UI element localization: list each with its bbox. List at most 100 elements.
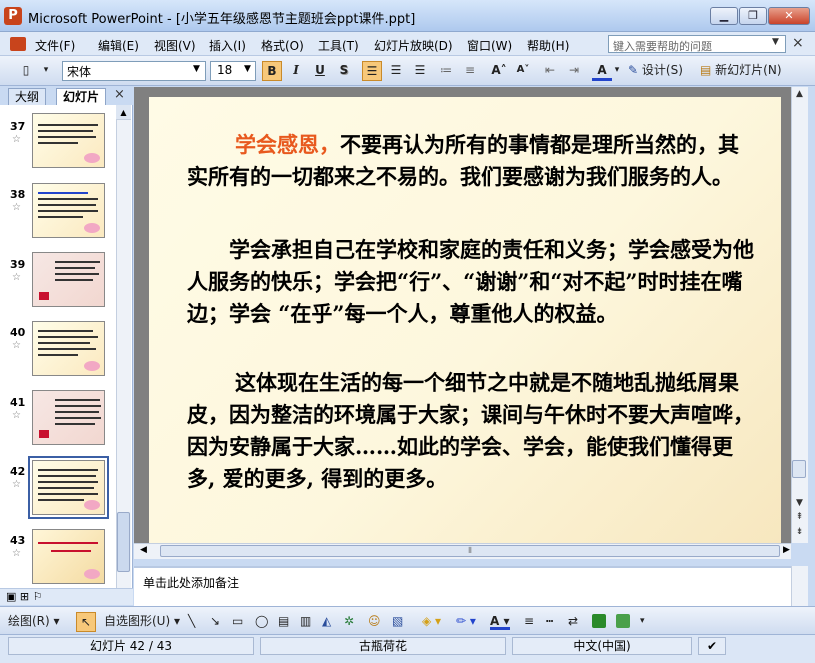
notes-placeholder[interactable]: 单击此处添加备注 [143, 574, 239, 591]
numbered-list-icon[interactable]: ≔ [436, 61, 456, 81]
slide-thumbnail-37[interactable] [32, 113, 105, 168]
slide-thumbnail-43[interactable] [32, 529, 105, 584]
draw-menu-button[interactable]: 绘图(R) ▾ [8, 612, 60, 630]
close-button[interactable]: ✕ [768, 7, 810, 25]
scroll-down-icon[interactable]: ▼ [792, 498, 807, 508]
notes-scrollbar[interactable] [791, 566, 808, 606]
decrease-font-size-button[interactable]: A˅ [512, 61, 534, 81]
autoshapes-button[interactable]: 自选图形(U) ▾ [104, 612, 180, 630]
slide-paragraph-3[interactable]: 这体现在生活的每一个细节之中就是不随地乱抛纸屑果皮，因为整洁的环境属于大家；课间… [187, 367, 757, 495]
slide-thumbnail-41[interactable] [32, 390, 105, 445]
rectangle-tool-icon[interactable]: ▭ [232, 612, 243, 630]
spellcheck-icon[interactable]: ✔ [698, 637, 726, 655]
slide-thumbnail-40[interactable] [32, 321, 105, 376]
language-indicator: 中文(中国) [512, 637, 692, 655]
menu-format[interactable]: 格式(O) [261, 37, 304, 54]
slide-thumbnail-38[interactable] [32, 183, 105, 238]
scroll-right-icon[interactable]: ▶ [783, 545, 790, 555]
tab-outline[interactable]: 大纲 [8, 88, 47, 105]
shadow-button[interactable]: S [334, 61, 354, 81]
chevron-down-icon[interactable]: ▼ [244, 64, 251, 74]
design-button[interactable]: ✎ 设计(S) [628, 61, 698, 81]
slide-paragraph-1[interactable]: 学会感恩，不要再认为所有的事情都是理所当然的，其实所有的一切都来之不易的。我们要… [187, 129, 757, 193]
increase-indent-icon[interactable]: ⇥ [564, 61, 584, 81]
3d-style-icon[interactable] [616, 614, 630, 628]
normal-view-icon[interactable]: ▣ [6, 590, 16, 603]
align-right-icon[interactable]: ☰ [410, 61, 430, 81]
align-center-icon[interactable]: ☰ [386, 61, 406, 81]
editor-scroll-thumb[interactable] [792, 460, 806, 478]
fill-color-icon[interactable]: ◈ ▾ [422, 612, 441, 630]
chevron-down-icon[interactable]: ▾ [612, 61, 622, 81]
slide-paragraph-2[interactable]: 学会承担自己在学校和家庭的责任和义务；学会感受为他人服务的快乐；学会把“行”、“… [187, 234, 757, 330]
previous-slide-icon[interactable]: ⇞ [792, 512, 807, 522]
toolbar-options-icon[interactable]: ▾ [640, 612, 645, 630]
slide-number: 43 [10, 534, 26, 547]
line-style-icon[interactable]: ≡ [524, 612, 534, 630]
close-document-button[interactable]: × [792, 35, 804, 51]
select-pointer-icon[interactable]: ↖ [76, 612, 96, 632]
close-panel-button[interactable]: × [114, 87, 125, 102]
bold-button[interactable]: B [262, 61, 282, 81]
slide-thumbnail-42[interactable] [28, 456, 109, 519]
font-name-select[interactable]: 宋体 [62, 61, 206, 81]
slide-number: 42 [10, 465, 26, 478]
line-tool-icon[interactable]: ╲ [188, 612, 195, 630]
toolbar-options-icon[interactable]: ▾ [40, 61, 52, 81]
underline-button[interactable]: U [310, 61, 330, 81]
panel-scroll-thumb[interactable] [117, 512, 130, 572]
arrow-style-icon[interactable]: ⇄ [568, 612, 578, 630]
scroll-up-icon[interactable]: ▲ [792, 89, 807, 99]
chevron-down-icon[interactable]: ▼ [772, 37, 779, 47]
dash-style-icon[interactable]: ┅ [546, 612, 553, 630]
maximize-button[interactable]: ❐ [739, 7, 767, 25]
menu-window[interactable]: 窗口(W) [467, 37, 512, 54]
slide-number: 40 [10, 326, 26, 339]
editor-hscroll-thumb[interactable]: ⦀ [160, 545, 780, 557]
help-search-input[interactable]: 键入需要帮助的问题 [608, 35, 786, 53]
clipart-icon[interactable]: ☺ [368, 612, 381, 630]
slide-indicator: 幻灯片 42 / 43 [8, 637, 254, 655]
oval-tool-icon[interactable]: ◯ [255, 612, 268, 630]
shadow-style-icon[interactable] [592, 614, 606, 628]
new-slide-button[interactable]: ▤ 新幻灯片(N) [700, 61, 808, 81]
slide-number: 37 [10, 120, 26, 133]
menu-file[interactable]: 文件(F) [35, 37, 75, 54]
animation-star-icon: ☆ [12, 340, 21, 351]
decrease-indent-icon[interactable]: ⇤ [540, 61, 560, 81]
slide-paragraph-1-accent: 学会感恩， [235, 132, 340, 157]
tab-slides[interactable]: 幻灯片 [56, 88, 107, 105]
menu-insert[interactable]: 插入(I) [209, 37, 246, 54]
document-icon[interactable] [10, 37, 26, 51]
italic-button[interactable]: I [286, 61, 306, 81]
increase-font-size-button[interactable]: A˄ [488, 61, 510, 81]
drawbar-font-color-icon[interactable]: A ▾ [490, 612, 510, 630]
powerpoint-app-icon[interactable]: P [4, 7, 22, 25]
menu-edit[interactable]: 编辑(E) [98, 37, 139, 54]
font-color-button[interactable]: A [592, 61, 612, 81]
scroll-up-icon[interactable]: ▲ [116, 105, 131, 120]
slideshow-view-icon[interactable]: ⚐ [33, 590, 43, 603]
textbox-tool-icon[interactable]: ▤ [278, 612, 289, 630]
diagram-icon[interactable]: ✲ [344, 612, 354, 630]
animation-star-icon: ☆ [12, 134, 21, 145]
scroll-left-icon[interactable]: ◀ [140, 545, 147, 555]
wordart-icon[interactable]: ◭ [322, 612, 331, 630]
chevron-down-icon[interactable]: ▼ [193, 64, 200, 74]
menu-view[interactable]: 视图(V) [154, 37, 196, 54]
next-slide-icon[interactable]: ⇟ [792, 527, 807, 537]
menu-slideshow[interactable]: 幻灯片放映(D) [374, 37, 453, 54]
new-document-icon[interactable]: ▯ [16, 61, 36, 81]
line-color-icon[interactable]: ✏ ▾ [456, 612, 476, 630]
menu-help[interactable]: 帮助(H) [527, 37, 569, 54]
menu-tools[interactable]: 工具(T) [318, 37, 359, 54]
insert-picture-icon[interactable]: ▧ [392, 612, 403, 630]
slide-sorter-view-icon[interactable]: ⊞ [20, 590, 29, 603]
arrow-tool-icon[interactable]: ↘ [210, 612, 220, 630]
vertical-textbox-icon[interactable]: ▥ [300, 612, 311, 630]
align-left-icon[interactable]: ☰ [362, 61, 382, 81]
slide-canvas[interactable]: 学会感恩，不要再认为所有的事情都是理所当然的，其实所有的一切都来之不易的。我们要… [149, 97, 781, 543]
bullet-list-icon[interactable]: ≡ [460, 61, 480, 81]
slide-thumbnail-39[interactable] [32, 252, 105, 307]
minimize-button[interactable]: ▁ [710, 7, 738, 25]
